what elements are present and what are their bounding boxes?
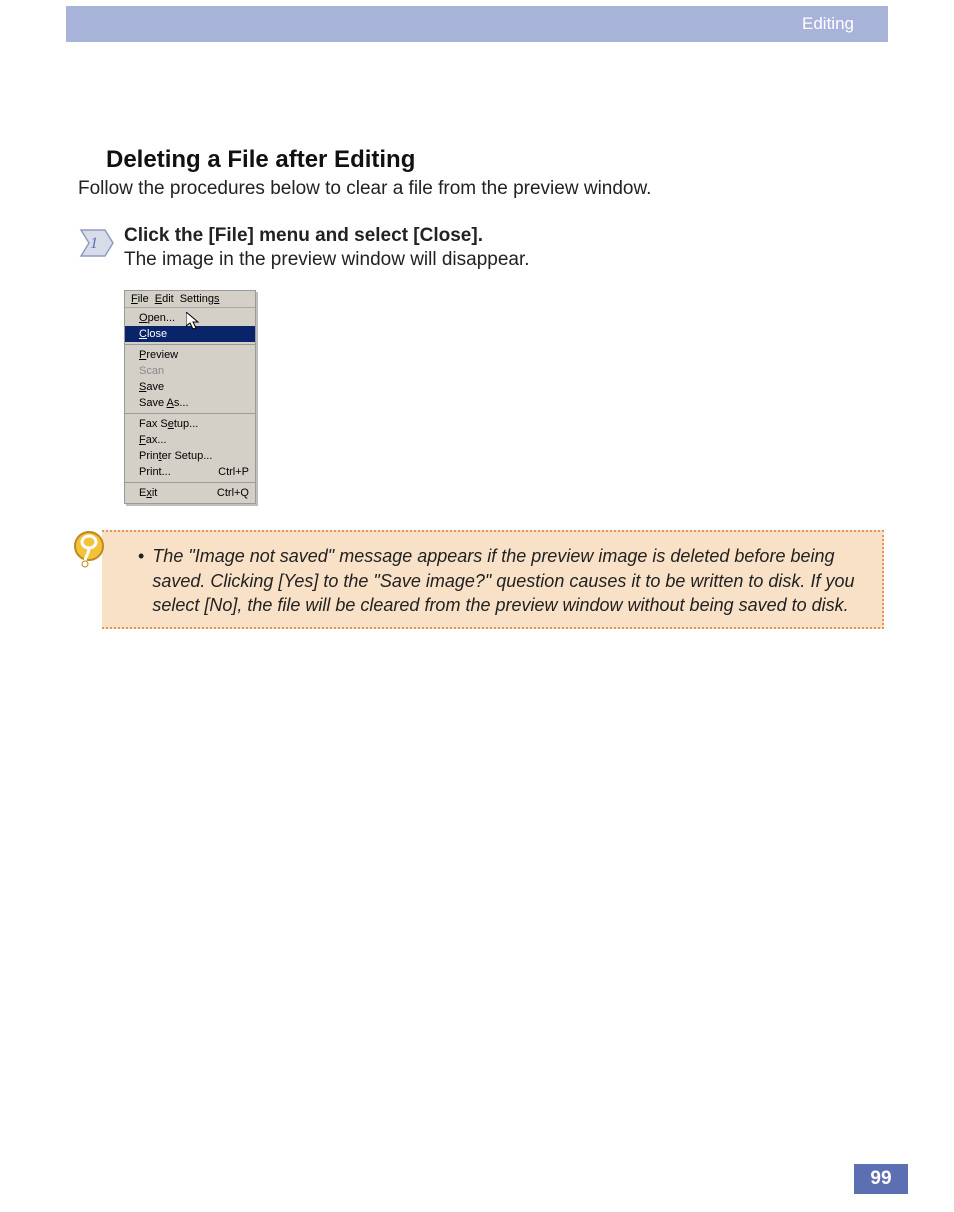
menu-item-scan: Scan bbox=[125, 363, 255, 379]
page-header: Editing bbox=[0, 6, 954, 42]
menubar-file[interactable]: File bbox=[131, 293, 149, 305]
step-1: 1 Click the [File] menu and select [Clos… bbox=[70, 224, 884, 504]
header-accent bbox=[66, 6, 178, 42]
header-section-text: Editing bbox=[802, 14, 854, 34]
menubar-edit[interactable]: Edit bbox=[155, 293, 174, 305]
shortcut-print: Ctrl+P bbox=[218, 465, 249, 479]
menubar: File Edit Settings bbox=[125, 291, 255, 308]
step-number-icon: 1 bbox=[70, 224, 124, 260]
menu-item-fax-setup[interactable]: Fax Setup... bbox=[125, 416, 255, 432]
tip-box: • The "Image not saved" message appears … bbox=[102, 530, 884, 629]
tip-text: The "Image not saved" message appears if… bbox=[152, 544, 858, 617]
menu-item-open[interactable]: Open... bbox=[125, 310, 255, 326]
menu-item-close[interactable]: Close bbox=[125, 326, 255, 342]
menu-item-save-as[interactable]: Save As... bbox=[125, 395, 255, 411]
menu-item-printer-setup[interactable]: Printer Setup... bbox=[125, 448, 255, 464]
step-description: The image in the preview window will dis… bbox=[124, 248, 884, 273]
section-intro: Follow the procedures below to clear a f… bbox=[78, 178, 884, 200]
menu-item-exit[interactable]: Exit Ctrl+Q bbox=[125, 485, 255, 501]
header-section-label: Editing bbox=[178, 6, 888, 42]
tip-icon bbox=[70, 530, 108, 570]
menu-item-print[interactable]: Print... Ctrl+P bbox=[125, 464, 255, 480]
menubar-settings[interactable]: Settings bbox=[180, 293, 220, 305]
file-menu-screenshot: File Edit Settings Open... Close bbox=[124, 272, 256, 504]
section-heading: Deleting a File after Editing bbox=[106, 146, 884, 174]
tip-note: • The "Image not saved" message appears … bbox=[70, 530, 884, 629]
step-title: Click the [File] menu and select [Close]… bbox=[124, 224, 884, 248]
menu-item-save[interactable]: Save bbox=[125, 379, 255, 395]
menu-item-preview[interactable]: Preview bbox=[125, 347, 255, 363]
page-number: 99 bbox=[854, 1164, 908, 1194]
shortcut-exit: Ctrl+Q bbox=[217, 486, 249, 500]
menu-item-fax[interactable]: Fax... bbox=[125, 432, 255, 448]
bullet-icon: • bbox=[138, 544, 144, 617]
svg-text:1: 1 bbox=[90, 235, 98, 252]
